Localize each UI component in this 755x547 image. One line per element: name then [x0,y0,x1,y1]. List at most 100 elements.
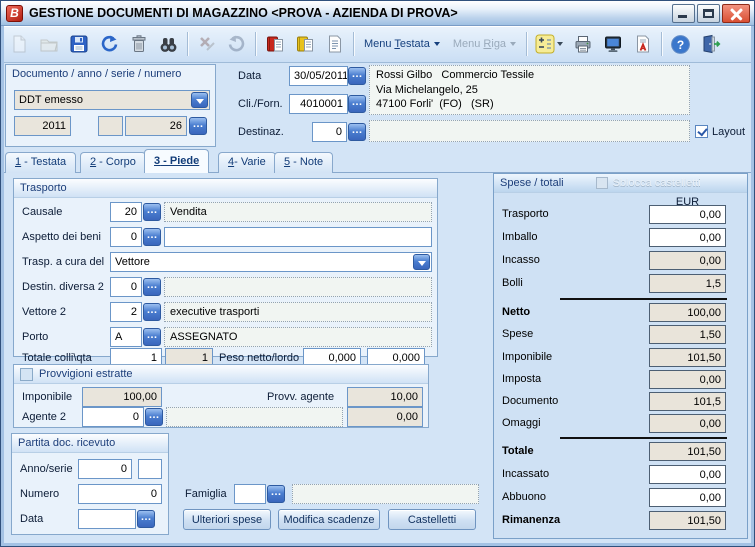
customer-address-box: Rossi Gilbo Commercio TessileVia Michela… [369,65,690,115]
delete-icon[interactable] [127,33,150,56]
totals-imballo-field[interactable]: 0,00 [649,228,726,247]
tab-piede[interactable]: 3 - Piede [144,149,209,173]
address-line3: 47100 Forli' (FO) (SR) [376,98,494,110]
doc-number-field[interactable]: 26 [125,116,187,136]
tab-varie[interactable]: 4- Varie [218,152,276,173]
cliforn-field[interactable]: 4010001 [289,94,348,114]
porto-lookup-button[interactable] [143,328,161,346]
agente2-lookup-button[interactable] [145,408,163,426]
porto-label: Porto [22,331,48,343]
partita-data-lookup-button[interactable] [137,510,155,528]
vettore2-code-field[interactable]: 2 [110,302,142,322]
vettore2-lookup-button[interactable] [143,303,161,321]
castelletti-button[interactable]: Castelletti [388,509,476,530]
aspetto-lookup-button[interactable] [143,228,161,246]
cliforn-lookup-button[interactable] [348,95,366,113]
tab-note[interactable]: 5 - Note [274,152,333,173]
print-icon[interactable] [571,33,594,56]
famiglia-lookup-button[interactable] [267,485,285,503]
exit-icon[interactable] [699,33,722,56]
partita-serie-field[interactable] [138,459,162,479]
provvigioni-checkbox[interactable] [20,368,33,381]
spese-totali-panel: Spese / totali Sblocca castelletti EUR T… [493,173,748,539]
window-title: GESTIONE DOCUMENTI DI MAGAZZINO <PROVA -… [29,6,458,20]
window-controls [672,4,750,23]
toolbar-separator [661,32,662,56]
destinaz-label: Destinaz. [238,126,284,138]
data-lookup-button[interactable] [348,67,366,85]
yellow-notebook-icon[interactable] [293,33,316,56]
doc-year-field[interactable]: 2011 [14,116,71,136]
doc-type-combobox[interactable]: DDT emesso [14,90,210,110]
totals-abbuono-label: Abbuono [502,491,546,503]
partita-group: Partita doc. ricevuto Anno/serie 0 Numer… [11,433,169,535]
destinaz-field[interactable]: 0 [312,122,347,142]
porto-code-field[interactable]: A [110,327,142,347]
search-icon[interactable] [157,33,180,56]
totals-imposta-field: 0,00 [649,370,726,389]
partita-data-field[interactable] [78,509,136,529]
causale-lookup-button[interactable] [143,203,161,221]
totals-rimanenza-field: 101,50 [649,511,726,530]
tab-testata[interactable]: 1 - Testata [5,152,76,173]
famiglia-code-field[interactable] [234,484,266,504]
doc-number-lookup-button[interactable] [189,117,207,135]
totals-trasporto-field[interactable]: 0,00 [649,205,726,224]
layout-checkbox[interactable] [695,125,708,138]
data-label: Data [238,70,261,82]
trasp-cura-combobox[interactable]: Vettore [110,252,432,272]
red-notebook-icon[interactable] [263,33,286,56]
save-icon[interactable] [67,33,90,56]
doc-panel-title: Documento / anno / serie / numero [12,68,181,80]
close-button[interactable] [722,4,750,23]
destin-diversa-lookup-button[interactable] [143,278,161,296]
totals-spese-field: 1,50 [649,325,726,344]
chevron-down-icon [510,42,516,46]
destin-diversa-code-field[interactable]: 0 [110,277,142,297]
totals-abbuono-field[interactable]: 0,00 [649,488,726,507]
imponibile-provv-field: 100,00 [82,387,162,407]
chevron-down-icon[interactable] [191,92,208,108]
chevron-down-icon[interactable] [413,254,430,270]
menu-riga-button: Menu Riga [450,35,519,53]
doc-series-field[interactable] [98,116,123,136]
destinaz-lookup-button[interactable] [348,123,366,141]
chevron-down-icon [434,42,440,46]
new-document-icon [7,33,30,56]
agente2-code-field[interactable]: 0 [82,407,144,427]
document-icon[interactable] [323,33,346,56]
svg-text:?: ? [677,38,684,52]
partita-anno-field[interactable]: 0 [78,459,132,479]
pdf-export-icon[interactable] [631,33,654,56]
destin-diversa-description-box [164,277,432,297]
tab-corpo[interactable]: 2 - Corpo [80,152,146,173]
totals-separator [560,437,727,439]
partita-numero-field[interactable]: 0 [78,484,162,504]
totals-incassato-label: Incassato [502,468,549,480]
undo-icon[interactable] [97,33,120,56]
modifica-scadenze-button[interactable]: Modifica scadenze [278,509,380,530]
totals-netto-field: 100,00 [649,303,726,322]
agente2-provv-field: 0,00 [347,407,423,427]
toolbar-separator [526,32,527,56]
aspetto-code-field[interactable]: 0 [110,227,142,247]
app-window: B GESTIONE DOCUMENTI DI MAGAZZINO <PROVA… [0,0,755,547]
menu-testata-button[interactable]: Menu Testata [361,35,443,53]
maximize-button[interactable] [697,4,720,23]
provv-agente-label: Provv. agente [267,391,334,403]
spese-panel-title: Spese / totali [500,177,564,189]
totals-incassato-field[interactable]: 0,00 [649,465,726,484]
data-field[interactable]: 30/05/2011 [289,66,348,86]
help-icon[interactable]: ? [669,33,692,56]
maximize-icon [703,9,714,18]
totals-imposta-label: Imposta [502,373,541,385]
values-calculator-icon[interactable] [534,33,564,56]
imponibile-provv-label: Imponibile [22,391,72,403]
minimize-button[interactable] [672,4,695,23]
preview-monitor-icon[interactable] [601,33,624,56]
toolbar-separator [353,32,354,56]
aspetto-description-field[interactable] [164,227,432,247]
causale-code-field[interactable]: 20 [110,202,142,222]
ulteriori-spese-button[interactable]: Ulteriori spese [183,509,271,530]
totals-incasso-label: Incasso [502,254,540,266]
